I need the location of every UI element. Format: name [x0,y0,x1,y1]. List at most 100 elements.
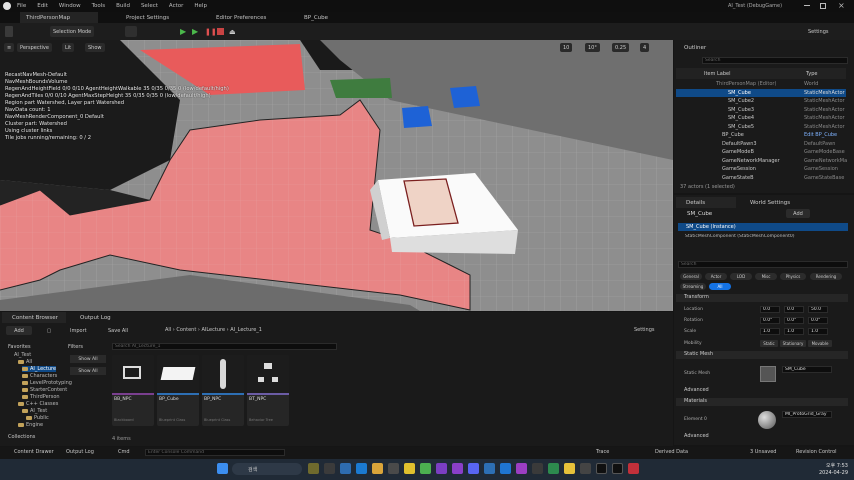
add-component-button[interactable]: Add [786,209,810,218]
unreal-engine-2-icon[interactable] [612,463,623,474]
tab-bp-cube[interactable]: BP_Cube [298,12,368,23]
windows-start-icon[interactable] [217,463,228,474]
materials-section[interactable]: Materials [676,398,848,406]
favorites-section[interactable]: Favorites [8,344,31,350]
kakaotalk-icon[interactable] [404,463,415,474]
tree-ai-test[interactable]: AI_Test [14,352,31,358]
menu-select[interactable]: Select [141,3,158,9]
mobility-static[interactable]: Static [760,340,778,347]
output-log-button[interactable]: Output Log [66,449,94,455]
location-x[interactable]: 0.0 [760,306,780,313]
store-icon[interactable] [356,463,367,474]
selection-mode-button[interactable]: Selection Mode [50,26,95,37]
add-content-icon[interactable] [125,26,137,37]
asset-bp-cube[interactable]: BP_Cube Blueprint Class [157,355,199,426]
component-static-mesh[interactable]: StaticMeshComponent (StaticMeshComponent… [685,234,850,239]
visual-studio-icon[interactable] [436,463,447,474]
tab-output-log[interactable]: Output Log [70,312,111,323]
tree-ai-test-cpp[interactable]: AI_Test [22,408,47,414]
revision-control-button[interactable]: Revision Control [796,449,837,455]
menu-build[interactable]: Build [116,3,130,9]
stop-button[interactable] [217,28,224,35]
app-icon[interactable] [484,463,495,474]
file-explorer-icon[interactable] [372,463,383,474]
close-icon[interactable]: × [838,1,845,10]
terminal-icon[interactable] [388,463,399,474]
taskbar-time[interactable]: 오후 7:53 [790,462,848,469]
tab-details[interactable]: Details [676,197,736,208]
viewport-menu-button[interactable]: ≡ [4,43,14,52]
scale-x[interactable]: 1.0 [760,328,780,335]
menu-file[interactable]: File [17,3,26,9]
add-button[interactable]: Add [6,326,32,335]
discord-icon[interactable] [468,463,479,474]
snap-angle-button[interactable]: 10° [585,43,600,52]
task-view-icon[interactable] [324,463,335,474]
tree-engine[interactable]: Engine [18,422,43,428]
static-mesh-dropdown[interactable]: SM_Cube [782,366,832,373]
asset-search-input[interactable]: Search AI_Lecture_1 [112,343,337,350]
tab-content-browser[interactable]: Content Browser [2,312,66,323]
outliner-row[interactable]: ThirdPersonMap (Editor) World [676,80,846,88]
chrome-icon[interactable] [420,463,431,474]
outliner-row-selected[interactable]: SM_Cube StaticMeshActor [676,88,846,97]
settings-button[interactable]: Settings [808,26,829,37]
vscode-icon[interactable] [500,463,511,474]
details-search-input[interactable]: Search [678,261,848,268]
minimize-button[interactable] [804,5,810,6]
notion-icon[interactable] [532,463,543,474]
show-all-filter[interactable]: Show All [70,355,106,363]
filter-rendering[interactable]: Rendering [810,273,842,280]
show-all-filter-2[interactable]: Show All [70,367,106,375]
outliner-row[interactable]: SM_Cube4 StaticMeshActor [676,114,846,122]
rotation-x[interactable]: 0.0° [760,317,780,324]
filter-physics[interactable]: Physics [780,273,806,280]
save-all-button[interactable]: Save All [108,326,138,335]
outliner-row[interactable]: SM_Cube3 StaticMeshActor [676,106,846,114]
collections-section[interactable]: Collections [8,434,35,440]
component-root[interactable]: SM_Cube (Instance) [678,223,848,231]
filter-actor[interactable]: Actor [705,273,727,280]
outliner-row[interactable]: GameSession GameSession [676,165,846,173]
filter-streaming[interactable]: Streaming [680,283,706,290]
breadcrumb[interactable]: All › Content › AILecture › AI_Lecture_1 [165,327,262,333]
filter-lod[interactable]: LOD [730,273,752,280]
eject-button[interactable]: ⏏ [229,26,238,37]
outliner-row[interactable]: BP_Cube Edit BP_Cube [676,131,846,139]
menu-actor[interactable]: Actor [169,3,183,9]
content-settings-button[interactable]: Settings [634,327,655,333]
app-3-icon[interactable] [580,463,591,474]
tab-project-settings[interactable]: Project Settings [120,12,202,23]
folder-icon[interactable]: ▢ [36,326,62,335]
taskbar-date[interactable]: 2024-04-29 [790,470,848,476]
pause-button[interactable]: ❚❚ [205,26,217,37]
static-mesh-section[interactable]: Static Mesh [676,351,848,359]
tree-ai-lecture[interactable]: AI_Lecture [22,366,57,372]
filter-general[interactable]: General [680,273,702,280]
tree-all[interactable]: All [18,359,32,365]
camera-speed-button[interactable]: 4 [640,43,650,52]
derived-data-button[interactable]: Derived Data [655,449,688,455]
advanced-section[interactable]: Advanced [676,387,848,395]
menu-help[interactable]: Help [194,3,207,9]
material-dropdown[interactable]: MI_ProtoGrid_Gray [782,411,832,418]
filters-label[interactable]: Filters [68,344,83,350]
advanced-section-2[interactable]: Advanced [676,433,848,441]
show-button[interactable]: Show [85,43,105,52]
unsaved-button[interactable]: 3 Unsaved [750,449,776,455]
simulate-button[interactable]: ▶ [192,26,202,37]
transform-section[interactable]: Transform [676,294,848,302]
filmora-icon[interactable] [564,463,575,474]
tree-characters[interactable]: Characters [22,373,57,379]
tree-public[interactable]: Public [26,415,49,421]
console-command-input[interactable]: Enter Console Command [145,449,285,456]
scale-z[interactable]: 1.0 [808,328,828,335]
app-4-icon[interactable] [628,463,639,474]
tab-thirdpersonmap[interactable]: ThirdPersonMap [20,12,98,23]
trace-button[interactable]: Trace [596,449,609,455]
outliner-row[interactable]: GameStateB GameStateBase [676,174,846,182]
type-column[interactable]: Type [806,71,817,77]
rotation-y[interactable]: 0.0° [784,317,804,324]
outliner-row[interactable]: SM_Cube2 StaticMeshActor [676,97,846,105]
app-2-icon[interactable] [548,463,559,474]
